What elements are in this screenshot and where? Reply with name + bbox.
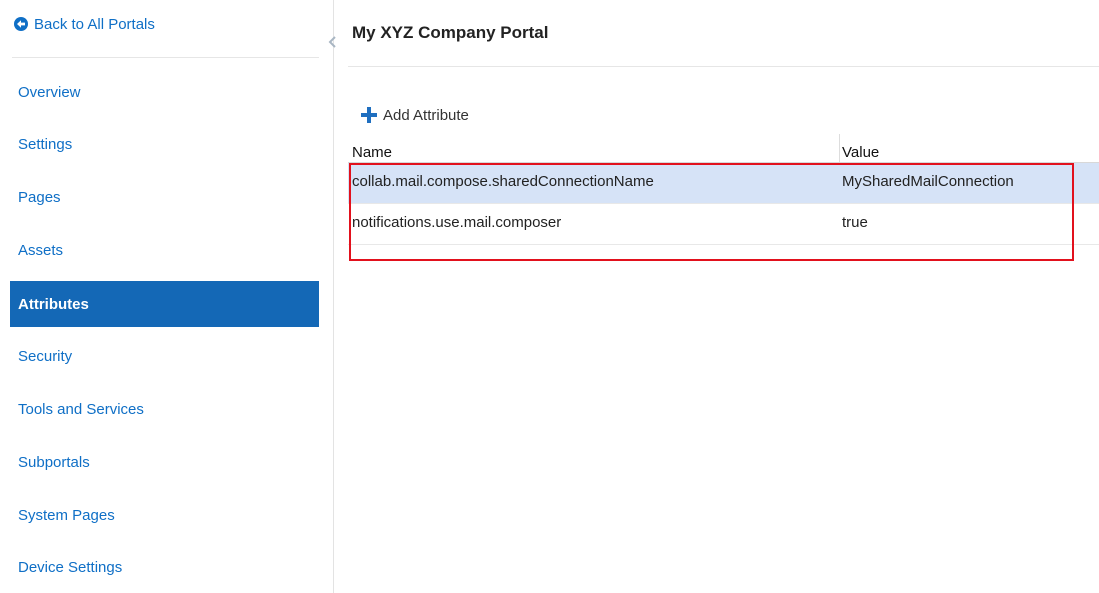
sidebar-item-attributes[interactable]: Attributes xyxy=(10,281,319,327)
back-link-label: Back to All Portals xyxy=(34,15,155,33)
sidebar-item-label: System Pages xyxy=(18,506,115,524)
sidebar-item-security[interactable]: Security xyxy=(10,333,319,379)
sidebar-item-subportals[interactable]: Subportals xyxy=(10,439,319,485)
sidebar-item-label: Attributes xyxy=(18,295,89,313)
divider xyxy=(12,57,319,58)
sidebar-item-pages[interactable]: Pages xyxy=(10,174,319,220)
divider xyxy=(348,66,1099,67)
attribute-value: MySharedMailConnection xyxy=(842,173,1014,190)
sidebar: Back to All Portals Overview Settings Pa… xyxy=(0,0,334,593)
column-header-name[interactable]: Name xyxy=(352,144,392,161)
sidebar-item-label: Settings xyxy=(18,135,73,153)
page-title: My XYZ Company Portal xyxy=(352,23,549,42)
sidebar-item-label: Device Settings xyxy=(18,558,123,576)
attribute-name: collab.mail.compose.sharedConnectionName xyxy=(352,173,654,190)
sidebar-item-label: Assets xyxy=(18,241,64,259)
table-row[interactable]: notifications.use.mail.composer true xyxy=(348,204,1099,245)
column-separator[interactable] xyxy=(839,134,840,162)
table-row[interactable]: collab.mail.compose.sharedConnectionName… xyxy=(348,163,1099,204)
sidebar-item-label: Pages xyxy=(18,188,61,206)
chevron-left-icon[interactable] xyxy=(326,32,338,52)
sidebar-item-tools-and-services[interactable]: Tools and Services xyxy=(10,386,319,432)
sidebar-item-settings[interactable]: Settings xyxy=(10,121,319,167)
back-to-all-portals-link[interactable]: Back to All Portals xyxy=(14,14,155,34)
attributes-table: Name Value collab.mail.compose.sharedCon… xyxy=(348,134,1099,245)
add-attribute-button[interactable]: Add Attribute xyxy=(360,104,469,126)
column-header-value[interactable]: Value xyxy=(842,144,879,161)
add-attribute-label: Add Attribute xyxy=(383,106,469,124)
main-content: My XYZ Company Portal Add Attribute Name… xyxy=(348,0,1099,593)
sidebar-item-label: Subportals xyxy=(18,453,90,471)
plus-icon xyxy=(360,106,378,124)
attribute-name: notifications.use.mail.composer xyxy=(352,214,562,231)
attribute-value: true xyxy=(842,214,868,231)
sidebar-item-overview[interactable]: Overview xyxy=(10,69,319,115)
sidebar-item-label: Tools and Services xyxy=(18,400,144,418)
sidebar-item-label: Overview xyxy=(18,83,81,101)
sidebar-item-system-pages[interactable]: System Pages xyxy=(10,492,319,538)
sidebar-item-device-settings[interactable]: Device Settings xyxy=(10,544,319,590)
sidebar-item-assets[interactable]: Assets xyxy=(10,227,319,273)
sidebar-item-label: Security xyxy=(18,347,73,365)
table-header: Name Value xyxy=(348,134,1099,163)
circle-arrow-left-icon xyxy=(14,17,28,31)
